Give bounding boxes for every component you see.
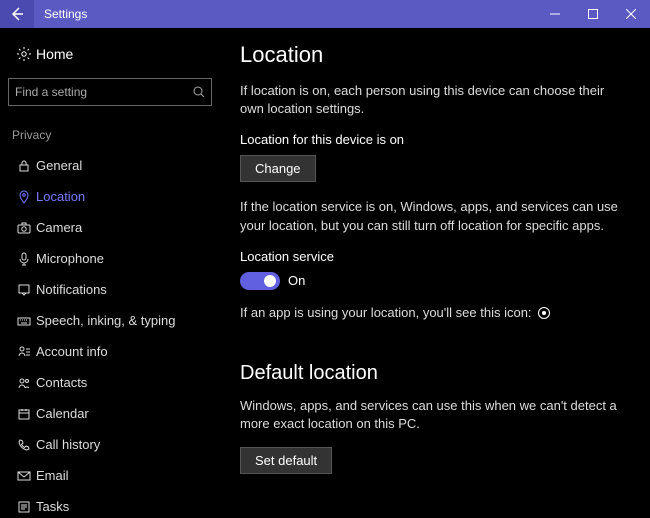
default-location-heading: Default location	[240, 362, 630, 385]
default-location-desc: Windows, apps, and services can use this…	[240, 397, 620, 433]
search-input[interactable]	[8, 78, 212, 106]
set-default-button[interactable]: Set default	[240, 447, 332, 474]
sidebar: Home Privacy General Location Camera Mic…	[0, 28, 220, 518]
location-in-use-icon	[538, 307, 550, 319]
home-label: Home	[36, 46, 73, 62]
nav-label: Tasks	[36, 499, 69, 514]
sidebar-item-microphone[interactable]: Microphone	[8, 243, 212, 274]
nav-label: Contacts	[36, 375, 87, 390]
sidebar-item-camera[interactable]: Camera	[8, 212, 212, 243]
keyboard-icon	[12, 314, 36, 328]
sidebar-item-contacts[interactable]: Contacts	[8, 367, 212, 398]
home-button[interactable]: Home	[8, 38, 212, 70]
back-button[interactable]	[0, 0, 34, 28]
minimize-button[interactable]	[536, 0, 574, 28]
nav-label: Location	[36, 189, 85, 204]
lock-icon	[12, 159, 36, 173]
location-service-toggle[interactable]	[240, 272, 280, 290]
tasks-icon	[12, 500, 36, 514]
sidebar-item-speech[interactable]: Speech, inking, & typing	[8, 305, 212, 336]
maximize-button[interactable]	[574, 0, 612, 28]
nav-label: Calendar	[36, 406, 89, 421]
contacts-icon	[12, 376, 36, 390]
section-heading: Privacy	[8, 122, 212, 150]
sidebar-item-location[interactable]: Location	[8, 181, 212, 212]
notification-icon	[12, 283, 36, 297]
nav-label: Call history	[36, 437, 100, 452]
sidebar-item-general[interactable]: General	[8, 150, 212, 181]
location-icon	[12, 190, 36, 204]
sidebar-item-callhistory[interactable]: Call history	[8, 429, 212, 460]
minimize-icon	[550, 9, 560, 19]
icon-note: If an app is using your location, you'll…	[240, 304, 550, 322]
calendar-icon	[12, 407, 36, 421]
close-icon	[626, 9, 636, 19]
email-icon	[12, 469, 36, 483]
device-status: Location for this device is on	[240, 132, 630, 147]
phone-icon	[12, 438, 36, 452]
nav-label: Camera	[36, 220, 82, 235]
location-intro: If location is on, each person using thi…	[240, 82, 620, 118]
maximize-icon	[588, 9, 598, 19]
account-icon	[12, 345, 36, 359]
page-title: Location	[240, 42, 630, 68]
sidebar-item-calendar[interactable]: Calendar	[8, 398, 212, 429]
window-title: Settings	[34, 7, 536, 21]
nav-label: General	[36, 158, 82, 173]
nav-label: Email	[36, 468, 69, 483]
nav-label: Notifications	[36, 282, 107, 297]
nav-label: Speech, inking, & typing	[36, 313, 175, 328]
service-label: Location service	[240, 249, 630, 264]
sidebar-item-account[interactable]: Account info	[8, 336, 212, 367]
sidebar-item-notifications[interactable]: Notifications	[8, 274, 212, 305]
toggle-state: On	[288, 273, 305, 288]
sidebar-item-email[interactable]: Email	[8, 460, 212, 491]
nav-label: Microphone	[36, 251, 104, 266]
change-button[interactable]: Change	[240, 155, 316, 182]
microphone-icon	[12, 252, 36, 266]
camera-icon	[12, 221, 36, 235]
close-button[interactable]	[612, 0, 650, 28]
gear-icon	[12, 46, 36, 62]
service-desc: If the location service is on, Windows, …	[240, 198, 620, 234]
nav-label: Account info	[36, 344, 108, 359]
sidebar-item-tasks[interactable]: Tasks	[8, 491, 212, 518]
search-icon	[193, 86, 205, 98]
back-arrow-icon	[10, 7, 24, 21]
main-panel: Location If location is on, each person …	[220, 28, 650, 518]
